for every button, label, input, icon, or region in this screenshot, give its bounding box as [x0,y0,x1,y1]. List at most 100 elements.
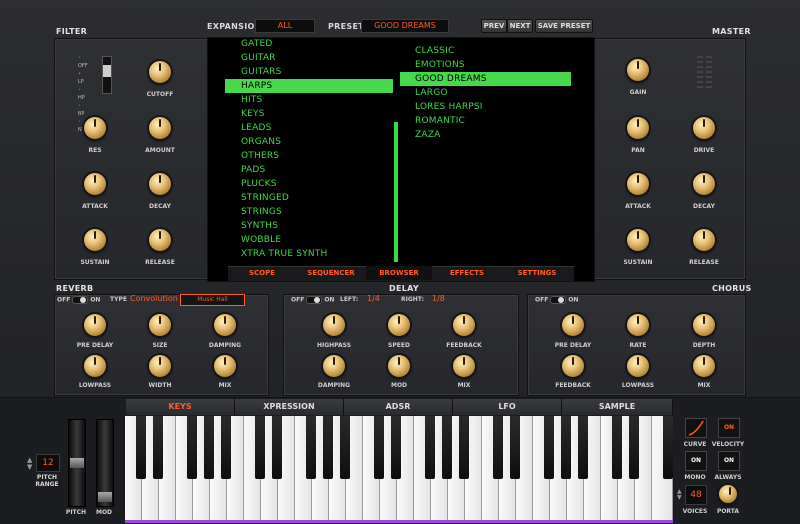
chorus-depth-knob[interactable] [693,314,715,336]
black-key[interactable] [323,416,333,479]
category-item[interactable]: PADS [241,165,265,175]
master-drive-knob[interactable] [693,117,715,139]
pitch-wheel[interactable] [68,419,86,507]
master-release-knob[interactable] [693,229,715,251]
black-key[interactable] [255,416,265,479]
voices-value[interactable]: 48 [685,485,707,505]
preset-item[interactable]: LARGO [415,88,448,98]
black-key[interactable] [306,416,316,479]
master-attack-knob[interactable] [627,173,649,195]
reverb-predelay-knob[interactable] [84,314,106,336]
chorus-power-toggle[interactable]: OFF ON [535,296,578,304]
reverb-lowpass-knob[interactable] [84,355,106,377]
black-key[interactable] [340,416,350,479]
category-item[interactable]: SYNTHS [241,221,278,231]
black-key[interactable] [578,416,588,479]
delay-damping-knob[interactable] [323,355,345,377]
filter-amount-knob[interactable] [149,117,171,139]
expansion-select[interactable]: ALL [255,19,315,33]
chorus-lowpass-knob[interactable] [627,355,649,377]
filter-mode-slider[interactable] [102,56,112,94]
velocity-curve-display[interactable] [685,418,707,438]
black-key[interactable] [187,416,197,479]
category-item[interactable]: OTHERS [241,151,279,161]
black-key[interactable] [493,416,503,479]
category-item[interactable]: HITS [241,95,262,105]
black-key[interactable] [629,416,639,479]
delay-mix-knob[interactable] [453,355,475,377]
preset-item[interactable]: ROMANTIC [415,116,465,126]
reverb-damping-knob[interactable] [214,314,236,336]
black-key[interactable] [221,416,231,479]
black-key[interactable] [425,416,435,479]
delay-mod-knob[interactable] [388,355,410,377]
preset-select[interactable]: GOOD DREAMS [361,19,449,33]
black-key[interactable] [391,416,401,479]
preset-item[interactable]: LORES HARPSI [415,102,483,112]
filter-cutoff-knob[interactable] [149,61,171,83]
filter-res-knob[interactable] [84,117,106,139]
black-key[interactable] [561,416,571,479]
reverb-width-knob[interactable] [149,355,171,377]
master-gain-knob[interactable] [627,59,649,81]
piano-keyboard[interactable] [125,416,673,523]
filter-attack-knob[interactable] [84,173,106,195]
prev-preset-button[interactable]: PREV [481,19,507,33]
delay-feedback-knob[interactable] [453,314,475,336]
black-key[interactable] [153,416,163,479]
porta-knob[interactable] [719,485,737,503]
preset-item-selected[interactable]: GOOD DREAMS [415,74,487,84]
delay-speed-knob[interactable] [388,314,410,336]
filter-decay-knob[interactable] [149,173,171,195]
tab-browser[interactable]: BROWSER [366,266,432,280]
chorus-mix-knob[interactable] [693,355,715,377]
tab-adsr[interactable]: ADSR [344,399,453,415]
chorus-feedback-knob[interactable] [562,355,584,377]
category-item[interactable]: GUITARS [241,67,282,77]
black-key[interactable] [510,416,520,479]
filter-sustain-knob[interactable] [84,229,106,251]
voices-stepper-arrows[interactable]: ▲ ▼ [677,489,682,501]
save-preset-button[interactable]: SAVE PRESET [535,19,593,33]
browser-scrollbar[interactable] [394,122,398,262]
category-item[interactable]: XTRA TRUE SYNTH [241,249,328,259]
category-item[interactable]: STRINGS [241,207,282,217]
preset-item[interactable]: ZAZA [415,130,440,140]
next-preset-button[interactable]: NEXT [507,19,533,33]
master-pan-knob[interactable] [627,117,649,139]
black-key[interactable] [442,416,452,479]
mod-wheel[interactable] [96,419,114,507]
reverb-power-toggle[interactable]: OFF ON [57,296,100,304]
tab-lfo[interactable]: LFO [453,399,562,415]
delay-highpass-knob[interactable] [323,314,345,336]
preset-item[interactable]: EMOTIONS [415,60,465,70]
chorus-predelay-knob[interactable] [562,314,584,336]
black-key[interactable] [612,416,622,479]
master-sustain-knob[interactable] [627,229,649,251]
tab-scope[interactable]: SCOPE [228,266,296,280]
tab-keys[interactable]: KEYS [126,399,235,415]
black-key[interactable] [204,416,214,479]
tab-settings[interactable]: SETTINGS [502,266,572,280]
preset-item[interactable]: CLASSIC [415,46,454,56]
category-item[interactable]: PLUCKS [241,179,277,189]
black-key[interactable] [459,416,469,479]
always-toggle[interactable]: ON [718,451,740,471]
black-key[interactable] [272,416,282,479]
pitch-range-stepper-arrows[interactable]: ▲ ▼ [27,457,32,471]
category-item[interactable]: KEYS [241,109,265,119]
mono-toggle[interactable]: ON [685,451,707,471]
category-item[interactable]: GATED [241,39,273,49]
reverb-mix-knob[interactable] [214,355,236,377]
reverb-room-select[interactable]: Music Hall [180,294,245,306]
velocity-toggle[interactable]: ON [718,418,740,438]
tab-effects[interactable]: EFFECTS [432,266,502,280]
category-item[interactable]: ORGANS [241,137,281,147]
tab-xpression[interactable]: XPRESSION [235,399,344,415]
pitch-range-value[interactable]: 12 [36,454,60,472]
category-item[interactable]: WOBBLE [241,235,281,245]
delay-left-value[interactable]: 1/4 [367,294,380,303]
category-item[interactable]: LEADS [241,123,272,133]
category-item-selected[interactable]: HARPS [241,81,272,91]
reverb-type-value[interactable]: Convolution [130,294,178,303]
